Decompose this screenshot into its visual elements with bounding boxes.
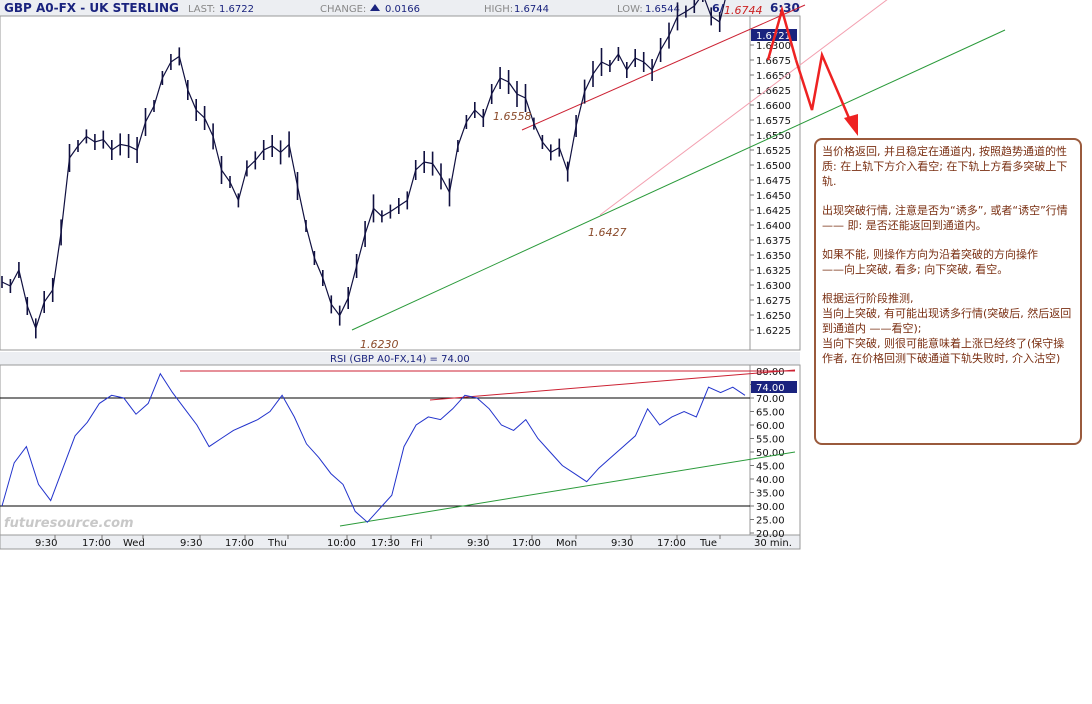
price-axis-tick-label: 1.6525 bbox=[756, 146, 791, 157]
annotation-paragraph-1: 当价格返回, 并且稳定在通道内, 按照趋势通道的性质: 在上轨下方介入看空; 在… bbox=[822, 145, 1068, 188]
rsi-axis-tick-label: 65.00 bbox=[756, 408, 785, 419]
x-axis-tick-label: 17:00 bbox=[225, 538, 254, 549]
time-label: 6:30 bbox=[770, 1, 800, 15]
high-label: HIGH: bbox=[484, 4, 513, 15]
rsi-axis-tick-label: 45.00 bbox=[756, 462, 785, 473]
price-axis-tick-label: 1.6425 bbox=[756, 206, 791, 217]
x-axis-tick-label: 9:30 bbox=[611, 538, 633, 549]
price-axis-tick-label: 1.6350 bbox=[756, 251, 791, 262]
price-axis-tick-label: 1.6225 bbox=[756, 326, 791, 337]
price-axis-tick-label: 1.6625 bbox=[756, 86, 791, 97]
price-axis-tick-label: 1.6675 bbox=[756, 56, 791, 67]
rsi-axis-tick-label: 35.00 bbox=[756, 489, 785, 500]
price-axis-tick-label: 1.6275 bbox=[756, 296, 791, 307]
projection-arrow-down-icon bbox=[794, 50, 854, 126]
x-axis-tick-label: Mon bbox=[556, 538, 577, 549]
price-axis: 1.6300 1.6675 1.6650 1.6625 1.6600 1.6575 1.65… bbox=[750, 29, 797, 337]
rsi-axis-tick-label: 70.00 bbox=[756, 394, 785, 405]
price-axis-tick-label: 1.6650 bbox=[756, 71, 791, 82]
annotation-paragraph-3b: ——向上突破, 看多; 向下突破, 看空。 bbox=[822, 263, 1009, 276]
rsi-axis-tick-label: 30.00 bbox=[756, 502, 785, 513]
annotation-paragraph-4c: 当向下突破, 则很可能意味着上涨已经终了(保守操作者, 在价格回测下破通道下轨失… bbox=[822, 337, 1065, 365]
annotation-paragraph-2b: —— 即: 是否还能返回到通道内。 bbox=[822, 219, 987, 232]
x-axis-tick-label: Fri bbox=[411, 538, 423, 549]
high-value: 1.6744 bbox=[514, 4, 549, 15]
current-rsi-tag-label: 74.00 bbox=[756, 383, 785, 394]
x-axis-tick-label: 10:00 bbox=[327, 538, 356, 549]
low-value: 1.6544 bbox=[645, 4, 680, 15]
price-label-1.6427: 1.6427 bbox=[588, 226, 627, 239]
rsi-axis-tick-label: 55.00 bbox=[756, 435, 785, 446]
price-axis-tick-label: 1.6600 bbox=[756, 101, 791, 112]
price-axis-tick-label: 1.6500 bbox=[756, 161, 791, 172]
rsi-axis-tick-label: 20.00 bbox=[756, 529, 785, 540]
x-axis-tick-label: Tue bbox=[699, 538, 717, 549]
low-label: LOW: bbox=[617, 4, 643, 15]
price-panel bbox=[0, 15, 801, 351]
x-axis-tick-label: 17:00 bbox=[82, 538, 111, 549]
watermark: futuresource.com bbox=[4, 516, 134, 531]
x-axis-tick-label: 17:00 bbox=[512, 538, 541, 549]
x-axis-tick-label: Thu bbox=[267, 538, 287, 549]
annotation-box: 当价格返回, 并且稳定在通道内, 按照趋势通道的性质: 在上轨下方介入看空; 在… bbox=[814, 138, 1082, 445]
rsi-axis-tick-label: 25.00 bbox=[756, 516, 785, 527]
rsi-panel bbox=[0, 364, 801, 536]
x-axis-tick-label: 17:30 bbox=[371, 538, 400, 549]
x-axis-tick-label: 17:00 bbox=[657, 538, 686, 549]
change-label: CHANGE: bbox=[320, 4, 366, 15]
price-axis-tick-label: 1.6325 bbox=[756, 266, 791, 277]
price-label-1.6744: 1.6744 bbox=[724, 4, 763, 17]
symbol-title: GBP A0-FX - UK STERLING bbox=[4, 1, 179, 15]
price-axis-tick-label: 1.6475 bbox=[756, 176, 791, 187]
price-axis-tick-label: 1.6575 bbox=[756, 116, 791, 127]
price-label-1.6230: 1.6230 bbox=[360, 338, 399, 351]
x-axis-tick-label: Wed bbox=[123, 538, 145, 549]
forex-chart-window: GBP A0-FX - UK STERLING LAST: 1.6722 CHA… bbox=[0, 0, 1092, 700]
annotation-paragraph-4b: 当向上突破, 有可能出现诱多行情(突破后, 然后返回到通道内 ——看空); bbox=[822, 307, 1072, 335]
arrowhead-icon bbox=[844, 114, 858, 136]
price-label-1.6558: 1.6558 bbox=[493, 110, 532, 123]
annotation-paragraph-4a: 根据运行阶段推测, bbox=[822, 292, 914, 305]
change-value: 0.0166 bbox=[385, 4, 420, 15]
x-axis: 9:30 17:00 Wed 9:30 17:00 Thu 10:00 17:30 Fri 9:3… bbox=[35, 535, 721, 549]
price-axis-tick-label: 1.6400 bbox=[756, 221, 791, 232]
last-label: LAST: bbox=[188, 4, 215, 15]
price-axis-tick-label: 1.6250 bbox=[756, 311, 791, 322]
price-axis-tick-label: 1.6450 bbox=[756, 191, 791, 202]
rsi-axis-tick-label: 60.00 bbox=[756, 421, 785, 432]
last-value: 1.6722 bbox=[219, 4, 254, 15]
annotation-paragraph-3a: 如果不能, 则操作方向为沿着突破的方向操作 bbox=[822, 248, 1038, 261]
x-axis-tick-label: 9:30 bbox=[467, 538, 489, 549]
price-axis-tick-label: 1.6375 bbox=[756, 236, 791, 247]
rsi-axis-tick-label: 40.00 bbox=[756, 475, 785, 486]
annotation-paragraph-2a: 出现突破行情, 注意是否为“诱多”, 或者“诱空”行情 bbox=[822, 204, 1068, 217]
rsi-title: RSI (GBP A0-FX,14) = 74.00 bbox=[330, 354, 470, 365]
x-axis-tick-label: 9:30 bbox=[180, 538, 202, 549]
price-axis-tick-label: 1.6300 bbox=[756, 281, 791, 292]
x-axis-tick-label: 9:30 bbox=[35, 538, 57, 549]
